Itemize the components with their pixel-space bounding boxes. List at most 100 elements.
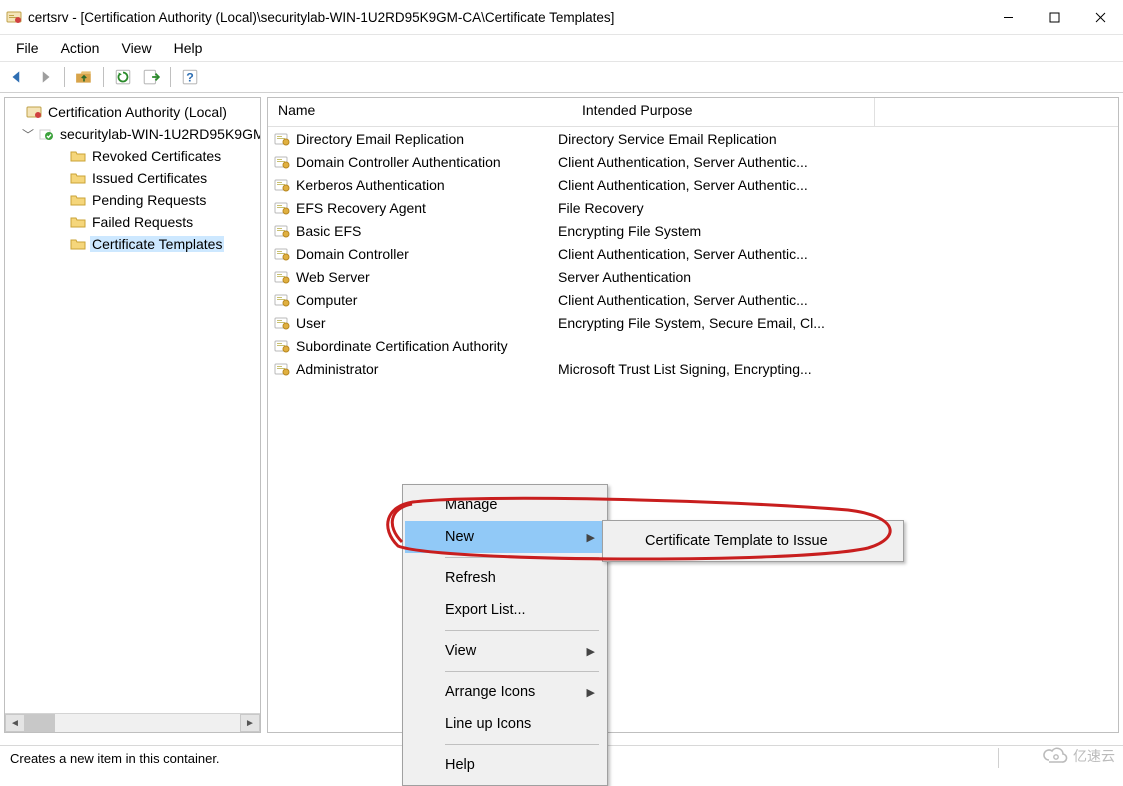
menu-item[interactable]: Refresh (405, 562, 605, 594)
watermark: 亿速云 (1041, 746, 1115, 766)
folder-icon (70, 170, 86, 186)
window-titlebar: certsrv - [Certification Authority (Loca… (0, 0, 1123, 35)
list-item[interactable]: Kerberos Authentication Client Authentica… (268, 173, 1118, 196)
tree-node[interactable]: ﹀ securitylab-WIN-1U2RD95K9GM-CA (22, 123, 260, 145)
tree-expand-icon[interactable]: ﹀ (22, 126, 34, 143)
list-item-purpose: Client Authentication, Server Authentic.… (558, 246, 840, 262)
toolbar-separator (170, 67, 171, 87)
list-item-name: Web Server (296, 269, 370, 285)
list-item-purpose: Client Authentication, Server Authentic.… (558, 154, 840, 170)
menu-item-label: Help (445, 757, 475, 773)
nav-forward-icon (32, 64, 58, 90)
tree-node-label: Certificate Templates (90, 236, 224, 252)
menu-separator (445, 557, 599, 558)
tree-node[interactable]: Certification Authority (Local) (8, 101, 260, 123)
help-icon[interactable]: ? (177, 64, 203, 90)
cert-template-icon (274, 315, 290, 331)
list-item[interactable]: Web Server Server Authentication (268, 265, 1118, 288)
export-list-icon[interactable] (138, 64, 164, 90)
toolbar: ? (0, 62, 1123, 93)
list-item[interactable]: UserEncrypting File System, Secure Email… (268, 311, 1118, 334)
column-header-name[interactable]: Name (268, 98, 572, 126)
menu-item[interactable]: Help (405, 749, 605, 781)
scroll-left-icon[interactable]: ◄ (5, 714, 25, 732)
cert-template-icon (274, 338, 290, 354)
window-minimize-button[interactable] (985, 0, 1031, 34)
refresh-icon[interactable] (110, 64, 136, 90)
list-item-purpose: Encrypting File System, Secure Email, Cl… (558, 315, 840, 331)
menu-separator (445, 671, 599, 672)
list-item[interactable]: Domain Controller Client Authentication, … (268, 242, 1118, 265)
menu-item[interactable]: Manage (405, 489, 605, 521)
list-item-name: Administrator (296, 361, 378, 377)
tree-node-label: securitylab-WIN-1U2RD95K9GM-CA (58, 126, 261, 142)
menu-item[interactable]: Export List... (405, 594, 605, 626)
list-item-purpose: Client Authentication, Server Authentic.… (558, 177, 840, 193)
menu-file[interactable]: File (6, 38, 49, 58)
up-folder-icon[interactable] (71, 64, 97, 90)
svg-text:?: ? (186, 71, 194, 85)
tree-node-label: Certification Authority (Local) (46, 104, 229, 120)
cert-template-icon (274, 131, 290, 147)
menubar: File Action View Help (0, 35, 1123, 62)
menu-item[interactable]: Certificate Template to Issue (605, 525, 901, 557)
menu-item[interactable]: Line up Icons (405, 708, 605, 740)
toolbar-separator (64, 67, 65, 87)
list-item[interactable]: Subordinate Certification Authority (268, 334, 1118, 357)
tree-node[interactable]: Pending Requests (52, 189, 260, 211)
tree-node[interactable]: Failed Requests (52, 211, 260, 233)
list-item[interactable]: Directory Email ReplicationDirectory Ser… (268, 127, 1118, 150)
window-close-button[interactable] (1077, 0, 1123, 34)
menu-help[interactable]: Help (164, 38, 213, 58)
folder-icon (70, 192, 86, 208)
menu-item-label: Certificate Template to Issue (645, 533, 828, 549)
menu-item[interactable]: Arrange Icons▶ (405, 676, 605, 708)
ca-node-icon (38, 126, 54, 142)
list-item-name: Domain Controller Authentication (296, 154, 501, 170)
tree-node[interactable]: Certificate Templates (52, 233, 260, 255)
status-text: Creates a new item in this container. (4, 751, 226, 766)
list-item-name: EFS Recovery Agent (296, 200, 426, 216)
list-item-purpose: File Recovery (558, 200, 840, 216)
scroll-right-icon[interactable]: ► (240, 714, 260, 732)
tree-node[interactable]: Revoked Certificates (52, 145, 260, 167)
column-header-purpose[interactable]: Intended Purpose (572, 98, 875, 126)
list-item-name: Kerberos Authentication (296, 177, 445, 193)
list-item[interactable]: Domain Controller Authentication Client A… (268, 150, 1118, 173)
list-item[interactable]: Basic EFSEncrypting File System (268, 219, 1118, 242)
cert-template-icon (274, 223, 290, 239)
folder-icon (70, 214, 86, 230)
cert-template-icon (274, 154, 290, 170)
watermark-text: 亿速云 (1073, 746, 1115, 766)
menu-item-label: View (445, 643, 476, 659)
list-item-purpose: Encrypting File System (558, 223, 840, 239)
tree-h-scrollbar[interactable]: ◄ ► (5, 713, 260, 732)
cert-template-icon (274, 361, 290, 377)
folder-icon (70, 148, 86, 164)
tree-node[interactable]: Issued Certificates (52, 167, 260, 189)
list-item[interactable]: AdministratorMicrosoft Trust List Signin… (268, 357, 1118, 380)
menu-item-label: Export List... (445, 602, 526, 618)
window-title: certsrv - [Certification Authority (Loca… (28, 10, 985, 25)
scroll-thumb[interactable] (25, 714, 55, 732)
list-item-purpose: Server Authentication (558, 269, 840, 285)
menu-action[interactable]: Action (51, 38, 110, 58)
tree-pane: Certification Authority (Local) ﹀ security… (4, 97, 261, 733)
nav-back-icon[interactable] (4, 64, 30, 90)
tree-node-label: Failed Requests (90, 214, 195, 230)
tree-node-label: Issued Certificates (90, 170, 209, 186)
context-menu: ManageNew▶ Refresh Export List... View▶ Arra… (402, 484, 608, 786)
list-item-name: Domain Controller (296, 246, 409, 262)
list-item[interactable]: ComputerClient Authentication, Server Au… (268, 288, 1118, 311)
cert-template-icon (274, 200, 290, 216)
folder-icon (70, 236, 86, 252)
column-headers: Name Intended Purpose (268, 98, 1118, 127)
cert-template-icon (274, 269, 290, 285)
list-item-purpose: Directory Service Email Replication (558, 131, 840, 147)
menu-item[interactable]: View▶ (405, 635, 605, 667)
menu-view[interactable]: View (111, 38, 161, 58)
cert-template-icon (274, 246, 290, 262)
list-item[interactable]: EFS Recovery Agent File Recovery (268, 196, 1118, 219)
window-maximize-button[interactable] (1031, 0, 1077, 34)
menu-item[interactable]: New▶ (405, 521, 605, 553)
